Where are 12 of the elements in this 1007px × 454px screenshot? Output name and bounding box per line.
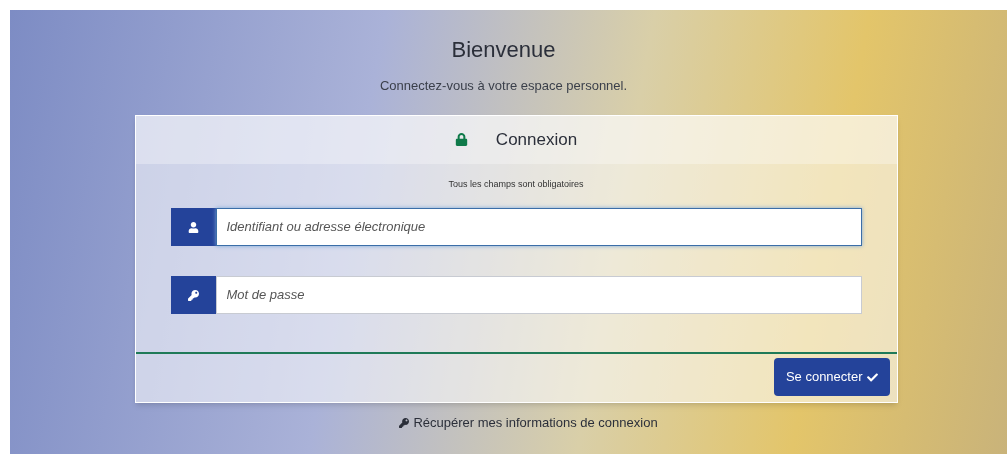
lock-icon — [454, 133, 468, 146]
welcome-subtitle: Connectez-vous à votre espace personnel. — [379, 77, 628, 95]
input-field[interactable]: Identifiant ou adresse électronique — [215, 208, 862, 246]
user-icon — [170, 208, 216, 246]
key-icon — [399, 417, 410, 428]
recover-link[interactable]: Récupérer mes informations de connexion — [399, 413, 658, 433]
required-note: Tous les champs sont obligatoires — [447, 177, 585, 191]
key-icon — [170, 276, 216, 314]
check-icon — [866, 371, 878, 383]
card-title: Connexion — [495, 128, 578, 151]
login-button[interactable]: Se connecter — [773, 358, 890, 396]
welcome-title: Bienvenue — [451, 36, 556, 64]
